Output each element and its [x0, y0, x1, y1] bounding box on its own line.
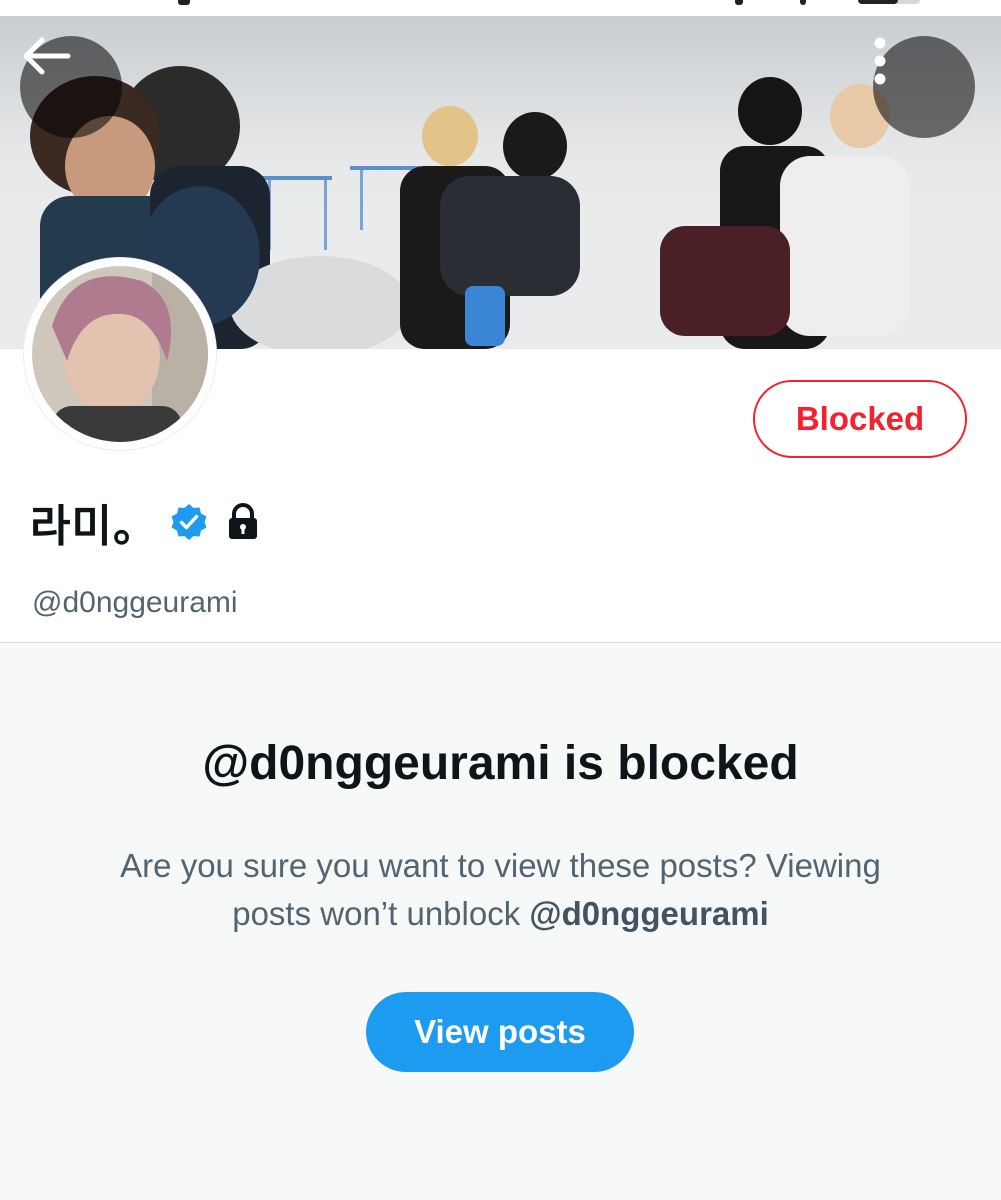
status-bar — [0, 0, 1001, 16]
blocked-title: @d0nggeurami is blocked — [202, 737, 799, 790]
avatar[interactable] — [24, 258, 216, 450]
blocked-description-handle: @d0nggeurami — [529, 895, 769, 932]
more-vertical-icon — [874, 37, 886, 85]
verified-badge-icon[interactable] — [170, 503, 208, 541]
lock-icon — [228, 503, 257, 539]
status-indicator — [178, 0, 190, 5]
blocked-description: Are you sure you want to view these post… — [80, 842, 921, 938]
status-indicator — [735, 0, 743, 5]
battery-icon — [858, 0, 920, 4]
display-name-row: 라미。 — [30, 494, 260, 551]
view-posts-button[interactable]: View posts — [366, 992, 634, 1072]
blocked-button[interactable]: Blocked — [753, 380, 967, 458]
divider — [0, 642, 1001, 643]
status-indicator — [800, 0, 806, 5]
more-options-button[interactable] — [873, 36, 975, 138]
display-name: 라미。 — [30, 502, 158, 551]
arrow-left-icon — [23, 37, 71, 75]
back-button[interactable] — [20, 36, 122, 138]
profile-handle: @d0nggeurami — [32, 586, 238, 619]
avatar-photo — [32, 266, 208, 442]
